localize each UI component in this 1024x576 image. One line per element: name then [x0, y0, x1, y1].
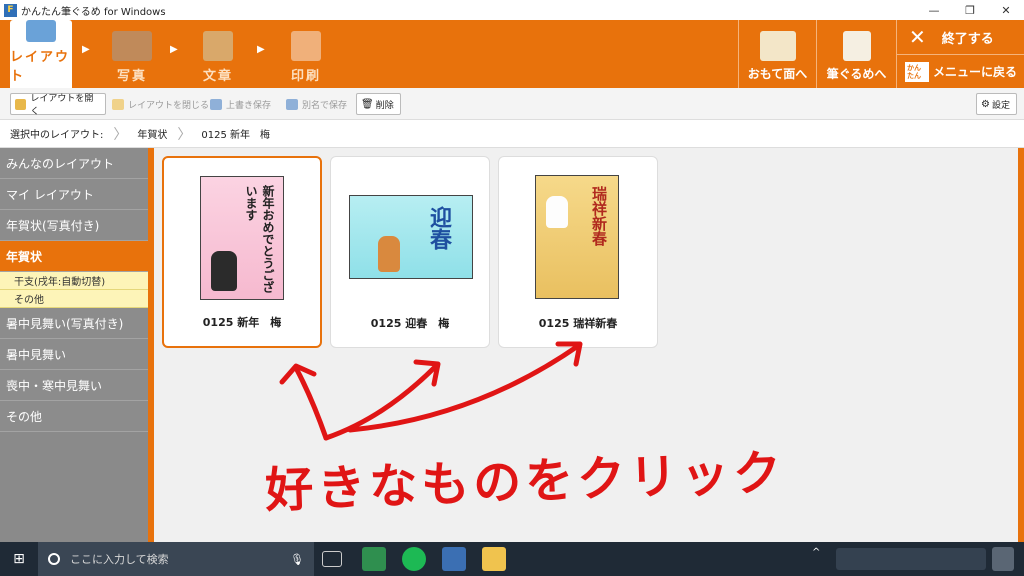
breadcrumb-separator-icon: 〉	[113, 126, 128, 143]
pen-icon	[203, 31, 233, 61]
close-layout-button[interactable]: レイアウトを閉じる	[108, 93, 215, 115]
category-sidebar: みんなのレイアウト マイ レイアウト 年賀状(写真付き) 年賀状 干支(戌年:自…	[0, 148, 148, 542]
arrow-to-card-3	[347, 343, 581, 433]
taskbar-app-icon[interactable]	[442, 547, 466, 571]
app-icon: F	[4, 3, 17, 17]
fudegurume-taskbar-icon[interactable]	[482, 547, 506, 571]
folder-open-icon	[15, 98, 27, 110]
start-button[interactable]: ⊞	[0, 542, 38, 576]
exit-button[interactable]: ✕ 終了する	[897, 20, 1024, 54]
right-edge	[1018, 148, 1024, 542]
tab-layout[interactable]: レイアウト	[10, 20, 72, 88]
sidebar-item-shochu-photo[interactable]: 暑中見舞い(写真付き)	[0, 308, 148, 339]
sidebar-subitem-eto[interactable]: 干支(戌年:自動切替)	[0, 272, 148, 290]
fudegurume-button[interactable]: 筆ぐるめへ	[816, 20, 896, 88]
printer-icon	[291, 31, 321, 61]
sidebar-item-minna[interactable]: みんなのレイアウト	[0, 148, 148, 179]
arrow-to-card-1	[293, 365, 329, 441]
title-bar: F かんたん筆ぐるめ for Windows — ❐ ✕	[0, 0, 1024, 20]
chevron-right-icon: ▶	[257, 44, 265, 55]
taskbar: ⊞ ここに入力して検索 🎙 ^	[0, 542, 1024, 576]
sidebar-item-other[interactable]: その他	[0, 401, 148, 432]
microphone-icon: 🎙	[290, 552, 304, 566]
save-as-button[interactable]: 別名で保存	[282, 93, 353, 115]
sidebar-subitem-other[interactable]: その他	[0, 290, 148, 308]
restore-button[interactable]: ❐	[952, 0, 988, 20]
delete-button[interactable]: 🗑 削除	[356, 93, 401, 115]
close-icon: ✕	[909, 25, 926, 49]
toolbar: レイアウトを開く レイアウトを閉じる 上書き保存 別名で保存 🗑 削除 ⚙ 設定	[0, 88, 1024, 120]
sidebar-item-shochu[interactable]: 暑中見舞い	[0, 339, 148, 370]
brush-icon	[842, 31, 871, 61]
close-window-button[interactable]: ✕	[988, 0, 1024, 20]
breadcrumb-separator-icon: 〉	[177, 126, 192, 143]
task-view-icon[interactable]	[322, 551, 342, 567]
cortana-icon	[48, 553, 60, 565]
taskbar-app-icon[interactable]	[362, 547, 386, 571]
windows-icon: ⊞	[13, 551, 25, 567]
folder-icon	[112, 98, 124, 110]
chevron-up-icon[interactable]: ^	[812, 547, 824, 571]
breadcrumb: 選択中のレイアウト: 〉 年賀状 〉 0125 新年 梅	[0, 120, 1024, 148]
notification-icon[interactable]	[992, 547, 1014, 571]
taskbar-app-icon[interactable]	[402, 547, 426, 571]
breadcrumb-level1[interactable]: 年賀状	[127, 126, 177, 141]
ribbon: レイアウト ▶ 写真 ▶ 文章 ▶ 印刷 おもて面へ 筆ぐるめへ ✕ 終了する …	[0, 20, 1024, 88]
chevron-right-icon: ▶	[170, 44, 178, 55]
tab-photo[interactable]: 写真	[104, 20, 160, 88]
tab-print[interactable]: 印刷	[278, 20, 334, 88]
breadcrumb-label: 選択中のレイアウト:	[10, 130, 104, 141]
save-as-icon	[286, 98, 298, 110]
settings-button[interactable]: ⚙ 設定	[976, 93, 1017, 115]
minimize-button[interactable]: —	[916, 0, 952, 20]
layout-icon	[26, 20, 56, 42]
system-tray	[836, 548, 986, 570]
omote-button[interactable]: おもて面へ	[738, 20, 816, 88]
menu-badge: かんたん	[905, 61, 929, 82]
card-front-icon	[759, 31, 796, 61]
breadcrumb-level2: 0125 新年 梅	[201, 130, 271, 141]
chevron-right-icon: ▶	[82, 44, 90, 55]
back-to-menu-button[interactable]: かんたん メニューに戻る	[897, 54, 1024, 88]
gear-icon: ⚙	[981, 98, 990, 110]
window-title: かんたん筆ぐるめ for Windows	[21, 6, 166, 18]
open-layout-button[interactable]: レイアウトを開く	[10, 93, 106, 117]
save-icon	[210, 98, 222, 110]
sidebar-item-nengajo-photo[interactable]: 年賀状(写真付き)	[0, 210, 148, 241]
search-placeholder: ここに入力して検索	[70, 553, 169, 566]
taskbar-search[interactable]: ここに入力して検索 🎙	[38, 542, 314, 576]
sidebar-item-my-layout[interactable]: マイ レイアウト	[0, 179, 148, 210]
sidebar-item-mochu[interactable]: 喪中・寒中見舞い	[0, 370, 148, 401]
trash-icon: 🗑	[361, 98, 374, 110]
sidebar-item-nengajo[interactable]: 年賀状	[0, 241, 148, 272]
overwrite-save-button[interactable]: 上書き保存	[206, 93, 277, 115]
tab-text[interactable]: 文章	[190, 20, 246, 88]
photo-icon	[112, 31, 152, 61]
